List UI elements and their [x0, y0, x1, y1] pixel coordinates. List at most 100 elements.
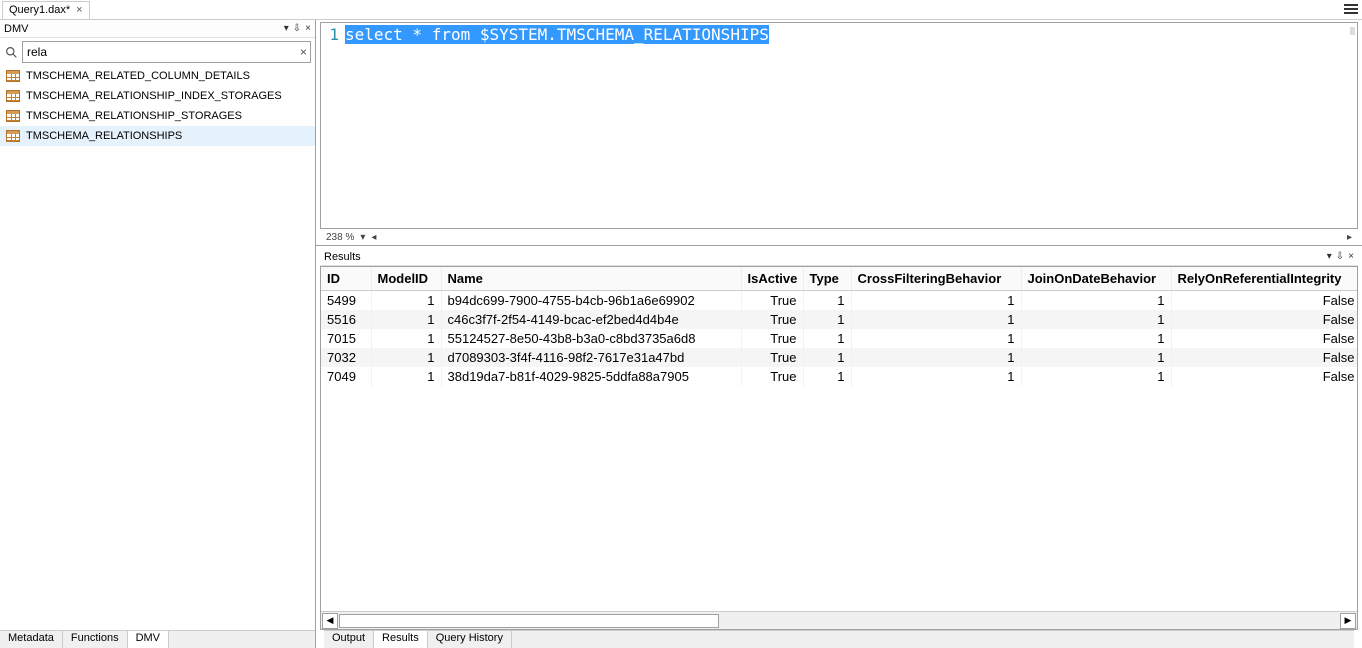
- cell: 1: [1021, 329, 1171, 348]
- dmv-panel-title: DMV: [4, 23, 28, 35]
- pin-icon[interactable]: ⇩: [293, 23, 301, 34]
- col-header[interactable]: RelyOnReferentialIntegrity: [1171, 267, 1357, 291]
- cell: 55124527-8e50-43b8-b3a0-c8bd3735a6d8: [441, 329, 741, 348]
- results-grid: IDModelIDNameIsActiveTypeCrossFilteringB…: [320, 266, 1358, 630]
- query-editor[interactable]: 1 select * from $SYSTEM.TMSCHEMA_RELATIO…: [320, 22, 1358, 229]
- cell: 1: [851, 348, 1021, 367]
- search-icon: [4, 45, 18, 59]
- tab-label: Query1.dax*: [9, 4, 70, 16]
- dmv-item-label: TMSCHEMA_RELATIONSHIP_INDEX_STORAGES: [26, 90, 282, 102]
- dmv-list-item[interactable]: TMSCHEMA_RELATIONSHIP_INDEX_STORAGES: [0, 86, 315, 106]
- cell: 1: [851, 310, 1021, 329]
- dmv-list-item[interactable]: TMSCHEMA_RELATIONSHIP_STORAGES: [0, 106, 315, 126]
- cell: 5516: [321, 310, 371, 329]
- cell: 1: [1021, 367, 1171, 386]
- table-row[interactable]: 7049 1 38d19da7-b81f-4029-9825-5ddfa88a790…: [321, 367, 1357, 386]
- zoom-level[interactable]: 238 %: [326, 232, 354, 243]
- table-icon: [6, 130, 20, 142]
- cell: True: [741, 291, 803, 311]
- col-header[interactable]: Name: [441, 267, 741, 291]
- col-header[interactable]: IsActive: [741, 267, 803, 291]
- dmv-list-item[interactable]: TMSCHEMA_RELATED_COLUMN_DETAILS: [0, 66, 315, 86]
- hscroll-right-icon[interactable]: ▸: [1347, 232, 1352, 243]
- cell: 1: [1021, 291, 1171, 311]
- cell: 1: [371, 329, 441, 348]
- cell: 1: [803, 291, 851, 311]
- scroll-right-icon[interactable]: ▶: [1340, 613, 1356, 629]
- table-row[interactable]: 55161c46c3f7f-2f54-4149-bcac-ef2bed4d4b4…: [321, 310, 1357, 329]
- results-hscroll[interactable]: ◀ ▶: [321, 611, 1357, 629]
- cell: 1: [1021, 310, 1171, 329]
- cell: 7049: [321, 367, 371, 386]
- cell: 7032: [321, 348, 371, 367]
- close-icon[interactable]: ×: [305, 23, 311, 34]
- dmv-item-label: TMSCHEMA_RELATED_COLUMN_DETAILS: [26, 70, 250, 82]
- table-row[interactable]: 7015155124527-8e50-43b8-b3a0-c8bd3735a6d…: [321, 329, 1357, 348]
- dmv-panel: DMV ▾ ⇩ × × TMSCHEMA_RELATED_COLUMN_DETA…: [0, 20, 316, 648]
- hscroll-thumb[interactable]: [339, 614, 719, 628]
- app-window: Query1.dax* × DMV ▾ ⇩ ×: [0, 0, 1362, 648]
- clear-search-icon[interactable]: ×: [300, 45, 307, 59]
- cell: 1: [371, 310, 441, 329]
- cell: 1: [803, 310, 851, 329]
- cell: False: [1171, 348, 1357, 367]
- pin-icon[interactable]: ⇩: [1336, 251, 1344, 262]
- cell: c46c3f7f-2f54-4149-bcac-ef2bed4d4b4e: [441, 310, 741, 329]
- cell: False: [1171, 291, 1357, 311]
- cell: 7015: [321, 329, 371, 348]
- cell: b94dc699-7900-4755-b4cb-96b1a6e69902: [441, 291, 741, 311]
- left-tab-metadata[interactable]: Metadata: [0, 631, 63, 648]
- results-bottom-tabs: OutputResultsQuery History: [324, 630, 1354, 648]
- results-table: IDModelIDNameIsActiveTypeCrossFilteringB…: [321, 267, 1357, 386]
- editor-hscroll[interactable]: [382, 232, 1341, 242]
- editor-vscroll-thumb[interactable]: [1350, 27, 1355, 35]
- scroll-left-icon[interactable]: ◀: [322, 613, 338, 629]
- cell: 1: [371, 348, 441, 367]
- dmv-search-row: ×: [0, 38, 315, 66]
- results-header: Results ▾ ⇩ ×: [320, 248, 1358, 266]
- col-header[interactable]: JoinOnDateBehavior: [1021, 267, 1171, 291]
- cell: 1: [1021, 348, 1171, 367]
- right-area: 1 select * from $SYSTEM.TMSCHEMA_RELATIO…: [316, 20, 1362, 648]
- table-row[interactable]: 70321d7089303-3f4f-4116-98f2-7617e31a47b…: [321, 348, 1357, 367]
- left-tab-functions[interactable]: Functions: [63, 631, 128, 648]
- tab-query1[interactable]: Query1.dax* ×: [2, 1, 90, 19]
- editor-wrap: 1 select * from $SYSTEM.TMSCHEMA_RELATIO…: [316, 20, 1362, 246]
- cell: True: [741, 367, 803, 386]
- results-title: Results: [324, 251, 361, 263]
- col-header[interactable]: CrossFilteringBehavior: [851, 267, 1021, 291]
- left-tab-dmv[interactable]: DMV: [128, 631, 169, 648]
- cell: 5499: [321, 291, 371, 311]
- col-header[interactable]: ModelID: [371, 267, 441, 291]
- cell: 38d19da7-b81f-4029-9825-5ddfa88a7905: [441, 367, 741, 386]
- table-icon: [6, 110, 20, 122]
- close-icon[interactable]: ×: [76, 4, 82, 16]
- dropdown-icon[interactable]: ▾: [284, 23, 289, 34]
- cell: 1: [803, 329, 851, 348]
- dmv-search-input[interactable]: [22, 41, 311, 63]
- editor-status-bar: 238 % ▾ ◂ ▸: [320, 229, 1358, 245]
- col-header[interactable]: ID: [321, 267, 371, 291]
- dmv-item-label: TMSCHEMA_RELATIONSHIPS: [26, 130, 182, 142]
- results-panel: Results ▾ ⇩ × IDModelIDNameIsActiveTypeC…: [320, 248, 1358, 648]
- results-table-wrap[interactable]: IDModelIDNameIsActiveTypeCrossFilteringB…: [321, 267, 1357, 611]
- cell: 1: [851, 329, 1021, 348]
- editor-selected-text: select * from $SYSTEM.TMSCHEMA_RELATIONS…: [345, 25, 769, 44]
- zoom-dropdown-icon[interactable]: ▾: [360, 232, 365, 243]
- results-tab-query-history[interactable]: Query History: [428, 631, 512, 648]
- window-menu-icon[interactable]: [1344, 2, 1358, 16]
- cell: True: [741, 329, 803, 348]
- cell: 1: [803, 348, 851, 367]
- dmv-list-item[interactable]: TMSCHEMA_RELATIONSHIPS: [0, 126, 315, 146]
- table-icon: [6, 70, 20, 82]
- editor-code[interactable]: select * from $SYSTEM.TMSCHEMA_RELATIONS…: [343, 23, 1357, 44]
- dropdown-icon[interactable]: ▾: [1327, 251, 1332, 262]
- results-tab-output[interactable]: Output: [324, 631, 374, 648]
- col-header[interactable]: Type: [803, 267, 851, 291]
- table-row[interactable]: 5499 1 b94dc699-7900-4755-b4cb-96b1a6e6990…: [321, 291, 1357, 311]
- cell: True: [741, 348, 803, 367]
- hscroll-left-icon[interactable]: ◂: [371, 232, 376, 243]
- close-icon[interactable]: ×: [1348, 251, 1354, 262]
- results-tab-results[interactable]: Results: [374, 631, 428, 648]
- dmv-panel-header: DMV ▾ ⇩ ×: [0, 20, 315, 38]
